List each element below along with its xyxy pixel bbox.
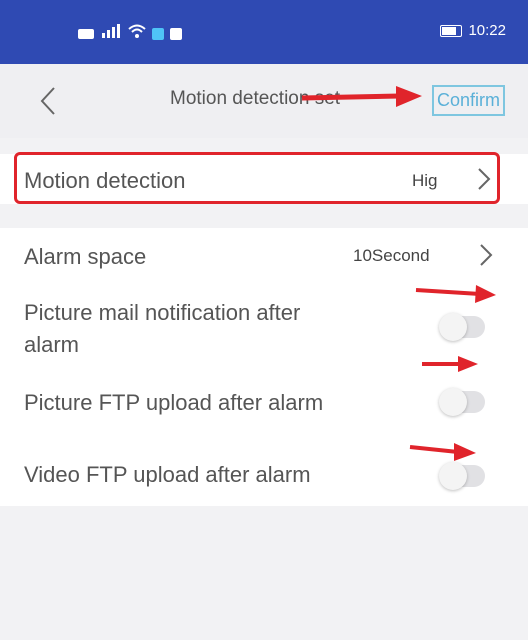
alarm-space-value: 10Second: [353, 246, 430, 265]
status-bar: 10:22: [0, 0, 528, 64]
status-icons: [78, 24, 182, 43]
picture-mail-label-line1: Picture mail notification after: [24, 300, 301, 325]
picture-ftp-toggle[interactable]: [439, 388, 485, 416]
annotation-arrow-picture-ftp: [422, 356, 478, 372]
annotation-arrow-confirm: [301, 86, 422, 107]
picture-mail-toggle[interactable]: [439, 313, 485, 341]
back-chevron-icon[interactable]: [34, 84, 64, 118]
video-ftp-toggle[interactable]: [439, 462, 485, 490]
annotation-highlight-box: [14, 152, 500, 204]
alarm-space-chevron-icon: [478, 242, 494, 268]
battery-icon: [440, 24, 463, 37]
toggle-knob: [439, 462, 467, 490]
toggle-knob: [439, 313, 467, 341]
nav-bar: Motion detection set Confirm: [0, 64, 528, 138]
confirm-button[interactable]: Confirm: [432, 85, 506, 116]
signal-icon: [100, 24, 122, 43]
status-time: 10:22: [468, 22, 506, 39]
message-notification-icon: [170, 27, 182, 40]
toggle-knob: [439, 388, 467, 416]
app-notification-icon: [152, 27, 164, 40]
alarm-space-row[interactable]: Alarm space 10Second: [0, 228, 528, 284]
picture-ftp-row: Picture FTP upload after alarm: [0, 374, 528, 430]
annotation-arrow-picture-mail: [415, 285, 496, 303]
alarm-space-label: Alarm space: [24, 244, 147, 269]
wifi-icon: [128, 24, 146, 43]
hd-icon: [78, 28, 94, 39]
picture-ftp-label: Picture FTP upload after alarm: [24, 390, 324, 415]
status-right: 10:22: [440, 22, 506, 39]
annotation-arrow-video-ftp: [409, 443, 476, 461]
video-ftp-label: Video FTP upload after alarm: [24, 462, 311, 487]
picture-mail-label-line2: alarm: [24, 332, 80, 357]
